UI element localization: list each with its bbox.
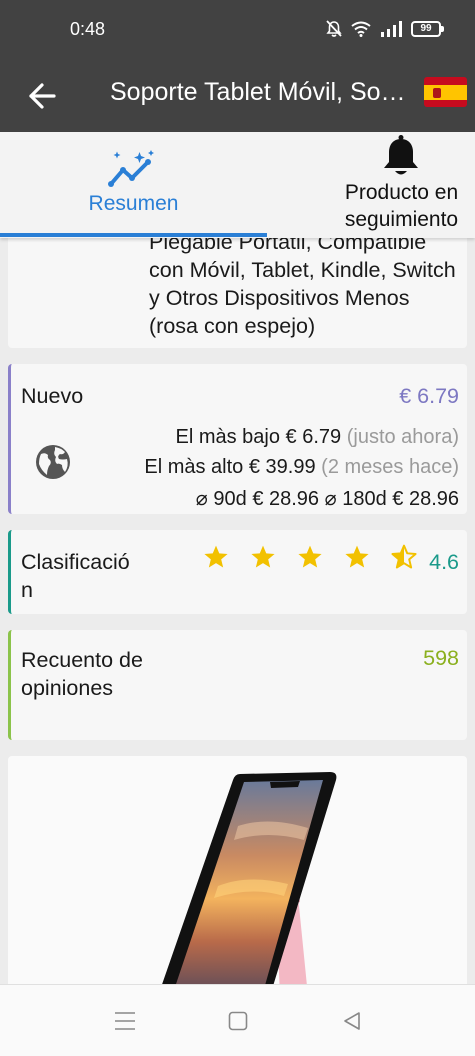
reviews-label: Recuento de opiniones (21, 648, 143, 700)
nav-home-button[interactable] (228, 1011, 248, 1036)
nav-menu-button[interactable] (114, 1011, 136, 1036)
back-icon (344, 1012, 360, 1030)
nav-back-button[interactable] (342, 1011, 362, 1036)
average-price-row: ⌀ 90d € 28.96 ⌀ 180d € 28.96 (196, 486, 459, 511)
avg180-label: ⌀ 180d (324, 488, 387, 510)
wifi-icon (351, 21, 371, 37)
rating-stars (203, 544, 417, 570)
avg90-label: ⌀ 90d (195, 488, 247, 510)
trend-chart-icon (108, 150, 154, 187)
price-card[interactable]: Nuevo € 6.79 El màs bajo € 6.79 (justo a… (8, 364, 467, 514)
highest-price-value: € 39.99 (248, 456, 316, 478)
tab-tracking-label: Producto en seguimiento (344, 181, 459, 231)
description-card: Plegable Portátil, Compatible con Móvil,… (8, 238, 467, 348)
spain-flag-icon[interactable] (424, 77, 467, 107)
mute-icon (326, 20, 342, 37)
tab-summary[interactable]: Resumen (0, 132, 267, 238)
status-bar: 0:48 99 (0, 0, 475, 62)
lowest-price-value: € 6.79 (285, 426, 342, 448)
signal-icon (381, 21, 402, 37)
tab-bar: Resumen Producto en seguimiento (0, 132, 475, 238)
status-time: 0:48 (70, 19, 106, 39)
rating-value: 4.6 (429, 550, 459, 574)
star-full-icon (298, 545, 322, 568)
globe-icon (36, 445, 70, 479)
tab-summary-label: Resumen (88, 192, 179, 215)
star-half-icon (391, 544, 417, 569)
lowest-price-label: El màs bajo (175, 426, 280, 448)
bell-icon (384, 135, 418, 175)
lowest-price-row: El màs bajo € 6.79 (justo ahora) (175, 426, 459, 449)
product-image-card[interactable] (8, 756, 467, 984)
app-bar: Soporte Tablet Móvil, Soporte Tablet Ple… (0, 62, 475, 132)
highest-price-label: El màs alto (144, 456, 244, 478)
current-price: € 6.79 (399, 384, 459, 408)
product-image (162, 772, 337, 984)
price-condition-label: Nuevo (21, 384, 84, 408)
avg90-value: € 28.96 (252, 488, 320, 510)
star-full-icon (345, 545, 369, 568)
lowest-price-when: (justo ahora) (346, 426, 459, 448)
rating-card[interactable]: Clasificación 4.6 (8, 530, 467, 614)
back-arrow-icon (29, 83, 56, 109)
reviews-count: 598 (423, 646, 459, 670)
star-full-icon (204, 545, 228, 568)
highest-price-when: (2 meses hace) (321, 456, 459, 478)
tab-tracking[interactable]: Producto en seguimiento (328, 132, 475, 238)
product-description: Plegable Portátil, Compatible con Móvil,… (149, 238, 456, 338)
highest-price-row: El màs alto € 39.99 (2 meses hace) (144, 456, 459, 479)
avg180-value: € 28.96 (392, 488, 459, 510)
menu-icon (115, 1012, 135, 1030)
star-full-icon (251, 545, 275, 568)
summary-content[interactable]: Plegable Portátil, Compatible con Móvil,… (0, 238, 475, 984)
product-title: Soporte Tablet Móvil, Soporte Tablet Ple… (110, 78, 410, 106)
status-icons: 99 (326, 20, 444, 38)
rating-label: Clasificación (21, 550, 130, 602)
back-button[interactable] (22, 76, 62, 116)
battery-icon: 99 (411, 21, 444, 37)
active-tab-indicator (0, 233, 267, 237)
system-nav-bar (0, 984, 475, 1056)
home-icon (228, 1011, 248, 1031)
reviews-card[interactable]: Recuento de opiniones 598 (8, 630, 467, 740)
